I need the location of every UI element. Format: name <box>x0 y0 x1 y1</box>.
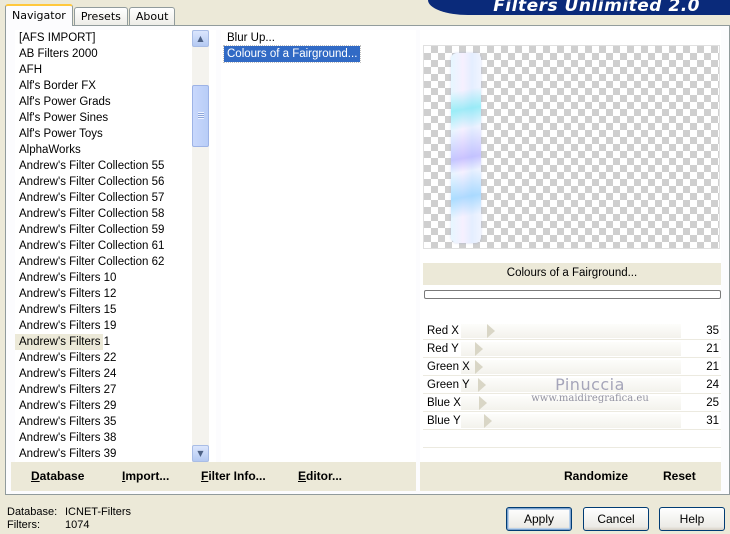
chevron-up-icon: ▲ <box>197 34 204 43</box>
param-name: Red Y <box>427 343 459 355</box>
filter-list[interactable]: Blur Up... Colours of a Fairground... <box>221 30 416 462</box>
reset-button[interactable]: Reset <box>663 469 696 483</box>
category-item[interactable]: Andrew's Filter Collection 57 <box>15 190 216 206</box>
category-item[interactable]: [AFS IMPORT] <box>15 30 216 46</box>
category-item[interactable]: Andrew's Filter Collection 59 <box>15 222 216 238</box>
param-slider-row[interactable]: Green Y 24 <box>423 376 721 394</box>
filters-count-value: 1074 <box>65 519 90 531</box>
param-slider-track[interactable] <box>461 360 681 374</box>
param-slider-row[interactable]: Red X 35 <box>423 322 721 340</box>
param-value: 35 <box>706 325 719 337</box>
parameter-list: Red X 35 Red Y 21 Green X 21 Green Y 24 Blue X 25… <box>423 322 721 466</box>
filter-item[interactable]: Colours of a Fairground... <box>222 45 362 63</box>
category-item[interactable]: Alf's Border FX <box>15 78 216 94</box>
scroll-up-button[interactable]: ▲ <box>192 30 209 47</box>
navigator-panel: [AFS IMPORT] AB Filters 2000 AFH Alf's Bord… <box>5 25 730 495</box>
category-item[interactable]: Andrew's Filter Collection 55 <box>15 158 216 174</box>
param-value: 21 <box>706 361 719 373</box>
param-slider-knob[interactable] <box>475 342 483 356</box>
preview-effect-strip <box>451 53 481 243</box>
filters-count-label: Filters: <box>7 519 40 531</box>
param-slider-knob[interactable] <box>487 324 495 338</box>
app-banner: Filters Unlimited 2.0 <box>428 0 730 15</box>
param-slider-track[interactable] <box>461 378 681 392</box>
category-list[interactable]: [AFS IMPORT] AB Filters 2000 AFH Alf's Bord… <box>15 30 216 462</box>
param-name: Green Y <box>427 379 470 391</box>
category-item[interactable]: Andrew's Filters 38 <box>15 430 216 446</box>
left-button-bar: Database Import... Filter Info... Editor… <box>11 462 416 491</box>
param-name: Blue X <box>427 397 461 409</box>
effect-name-label: Colours of a Fairground... <box>423 263 721 285</box>
category-item[interactable]: Andrew's Filters 19 <box>15 318 216 334</box>
tab-about[interactable]: About <box>128 7 176 26</box>
category-item[interactable]: AB Filters 2000 <box>15 46 216 62</box>
category-item[interactable]: Andrew's Filter Collection 58 <box>15 206 216 222</box>
param-slider-row[interactable]: Blue Y 31 <box>423 412 721 430</box>
chevron-down-icon: ▼ <box>197 449 204 458</box>
category-item[interactable]: AlphaWorks <box>15 142 216 158</box>
param-slider-track[interactable] <box>461 342 681 356</box>
param-slider-knob[interactable] <box>479 396 487 410</box>
randomize-button[interactable]: Randomize <box>564 469 628 483</box>
scroll-thumb[interactable] <box>192 85 209 147</box>
progress-bar <box>424 290 721 299</box>
param-value: 25 <box>706 397 719 409</box>
category-item[interactable]: Alf's Power Toys <box>15 126 216 142</box>
param-slider-row[interactable]: Green X 21 <box>423 358 721 376</box>
param-value: 31 <box>706 415 719 427</box>
param-name: Green X <box>427 361 470 373</box>
preview-area: Colours of a Fairground... Red X 35 Red Y 2… <box>420 30 721 466</box>
category-scrollbar[interactable]: ▲ ▼ <box>192 30 209 462</box>
scroll-down-button[interactable]: ▼ <box>192 445 209 462</box>
apply-button[interactable]: Apply <box>506 507 572 531</box>
category-item[interactable]: Andrew's Filters 12 <box>15 286 216 302</box>
banner-title: Filters Unlimited 2.0 <box>493 0 700 15</box>
category-item[interactable]: Andrew's Filters 29 <box>15 398 216 414</box>
param-value: 21 <box>706 343 719 355</box>
category-item[interactable]: Andrew's Filters 22 <box>15 350 216 366</box>
category-item[interactable]: Andrew's Filters 10 <box>15 270 216 286</box>
param-slider-knob[interactable] <box>475 360 483 374</box>
preview-image <box>423 45 720 249</box>
tab-navigator[interactable]: Navigator <box>5 4 73 26</box>
category-item[interactable]: Andrew's Filters 15 <box>15 302 216 318</box>
database-label: Database: <box>7 506 58 518</box>
category-item[interactable]: Andrew's Filter Collection 62 <box>15 254 216 270</box>
help-button[interactable]: Help <box>659 507 725 531</box>
category-item[interactable]: AFH <box>15 62 216 78</box>
param-slider-track[interactable] <box>461 414 681 428</box>
category-item[interactable]: Andrew's Filters 35 <box>15 414 216 430</box>
param-slider-row-empty <box>423 430 721 448</box>
param-slider-track[interactable] <box>461 396 681 410</box>
tab-strip: Navigator Presets About <box>5 4 176 26</box>
import-button[interactable]: Import... <box>122 469 169 483</box>
category-item[interactable]: Andrew's Filters 39 <box>15 446 216 462</box>
editor-button[interactable]: Editor... <box>298 469 342 483</box>
category-item[interactable]: Alf's Power Grads <box>15 94 216 110</box>
database-button[interactable]: Database <box>31 469 84 483</box>
param-name: Blue Y <box>427 415 461 427</box>
param-slider-row[interactable]: Blue X 25 <box>423 394 721 412</box>
param-slider-knob[interactable] <box>484 414 492 428</box>
param-slider-row[interactable]: Red Y 21 <box>423 340 721 358</box>
param-name: Red X <box>427 325 459 337</box>
status-info: Database: ICNET-Filters Filters: 1074 <box>7 506 131 532</box>
category-item[interactable]: Andrew's Filter Collection 61 <box>15 238 216 254</box>
category-item[interactable]: Andrew's Filters 24 <box>15 366 216 382</box>
database-value: ICNET-Filters <box>65 506 131 518</box>
param-value: 24 <box>706 379 719 391</box>
tab-presets[interactable]: Presets <box>73 7 128 26</box>
filter-info-button[interactable]: Filter Info... <box>201 469 266 483</box>
category-item[interactable]: Alf's Power Sines <box>15 110 216 126</box>
category-item[interactable]: Andrew's Filters 27 <box>15 382 216 398</box>
category-item[interactable]: Andrew's Filters 1 <box>15 334 110 350</box>
category-item[interactable]: Andrew's Filter Collection 56 <box>15 174 216 190</box>
filter-item[interactable]: Blur Up... <box>224 30 278 46</box>
right-button-bar: Randomize Reset <box>420 462 721 491</box>
param-slider-knob[interactable] <box>478 378 486 392</box>
cancel-button[interactable]: Cancel <box>583 507 649 531</box>
